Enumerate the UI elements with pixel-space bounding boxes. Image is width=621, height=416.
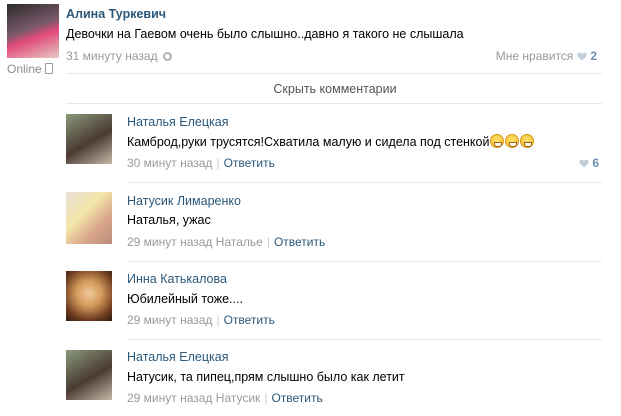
heart-icon xyxy=(577,52,588,61)
divider xyxy=(66,103,602,104)
like-count: 6 xyxy=(592,156,599,170)
post-like-button[interactable]: Мне нравится 2 xyxy=(496,49,597,63)
post-time[interactable]: 31 минуту назад xyxy=(66,49,158,63)
reply-button[interactable]: Ответить xyxy=(274,235,325,249)
heart-icon xyxy=(579,159,590,168)
divider xyxy=(127,261,602,262)
comment-time[interactable]: 29 минут назад xyxy=(127,313,212,327)
comment-time[interactable]: 29 минут назад xyxy=(127,391,212,405)
phone-icon xyxy=(44,63,53,74)
comment-text: Наталья, ужас xyxy=(127,213,211,227)
divider xyxy=(66,73,602,74)
online-status: Online xyxy=(7,62,53,76)
like-count: 2 xyxy=(590,49,597,63)
comment-meta: 29 минут назад Наталье | Ответить xyxy=(127,235,326,249)
reply-button[interactable]: Ответить xyxy=(224,313,275,327)
comment-meta: 29 минут назад | Ответить xyxy=(127,313,275,327)
comment-avatar[interactable] xyxy=(66,350,112,400)
divider xyxy=(127,182,602,183)
comment-text: Натусик, та пипец,прям слышно было как л… xyxy=(127,370,405,384)
post-author-name[interactable]: Алина Туркевич xyxy=(66,7,166,21)
grimace-emoji-icon xyxy=(520,134,535,148)
comment-time[interactable]: 29 минут назад xyxy=(127,235,212,249)
comment-author[interactable]: Наталья Елецкая xyxy=(127,115,229,129)
comment-author[interactable]: Наталья Елецкая xyxy=(127,350,229,364)
comment-time[interactable]: 30 минут назад xyxy=(127,156,212,170)
reply-button[interactable]: Ответить xyxy=(271,391,322,405)
comment-author[interactable]: Инна Катькалова xyxy=(127,272,227,286)
post-text: Девочки на Гаевом очень было слышно..дав… xyxy=(66,27,464,41)
comment-author[interactable]: Натусик Лимаренко xyxy=(127,194,241,208)
comment-like-button[interactable]: 6 xyxy=(575,156,599,170)
post-author-avatar[interactable] xyxy=(7,4,59,58)
comment-meta: 29 минут назад Натусик | Ответить xyxy=(127,391,323,405)
post-meta: 31 минуту назад xyxy=(66,49,172,63)
divider xyxy=(127,339,602,340)
grimace-emoji-icon xyxy=(490,134,505,148)
grimace-emoji-icon xyxy=(505,134,520,148)
comment-avatar[interactable] xyxy=(66,271,112,321)
gear-icon[interactable] xyxy=(162,52,172,61)
comment-avatar[interactable] xyxy=(66,192,112,244)
comment-text: Камброд,руки трусятся!Схватила малую и с… xyxy=(127,134,535,149)
reply-to[interactable]: Наталье xyxy=(216,235,263,249)
reply-to[interactable]: Натусик xyxy=(216,391,261,405)
reply-button[interactable]: Ответить xyxy=(224,156,275,170)
like-label: Мне нравится xyxy=(495,49,574,63)
comment-avatar[interactable] xyxy=(66,114,112,164)
comment-text: Юбилейный тоже.... xyxy=(127,292,243,306)
hide-comments-link[interactable]: Скрыть комментарии xyxy=(0,82,621,96)
comment-meta: 30 минут назад | Ответить xyxy=(127,156,275,170)
